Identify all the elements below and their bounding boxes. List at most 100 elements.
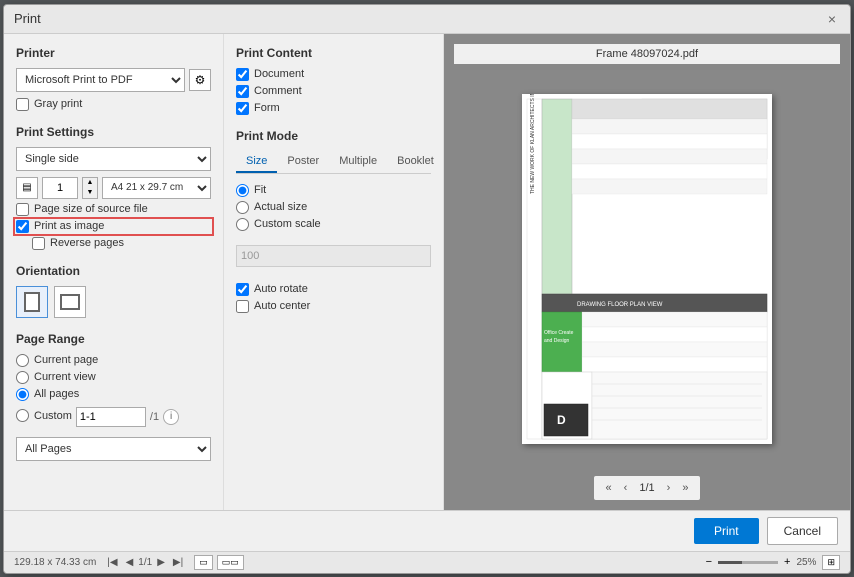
print-as-image-label: Print as image [34,220,104,232]
paper-size-select[interactable]: A4 21 x 29.7 cm [102,177,211,199]
print-settings-section: Print Settings Single side ▤ ▲ ▼ A4 21 x… [16,125,211,250]
cancel-button[interactable]: Cancel [767,517,838,545]
preview-title: Frame 48097024.pdf [454,44,840,64]
form-row: Form [236,102,431,115]
page-size-source-row: Page size of source file [16,203,211,216]
actual-size-radio[interactable] [236,201,249,214]
preview-prev-button[interactable]: ‹ [620,480,632,496]
reverse-pages-row: Reverse pages [32,237,211,250]
current-view-row: Current view [16,371,211,384]
current-page-label: Current page [34,354,98,366]
printer-settings-button[interactable]: ⚙ [189,69,211,91]
print-as-image-row: Print as image [16,220,211,233]
all-pages-label: All pages [34,388,79,400]
preview-page: THE NEW WORK OF KLAN ARCHITECTS INC. [522,94,772,444]
fit-label: Fit [254,184,266,196]
print-mode-title: Print Mode [236,129,431,143]
scale-input [236,245,431,267]
preview-last-button[interactable]: » [678,480,692,496]
pages-up[interactable]: ▲ [83,178,97,188]
status-prev-button[interactable]: ◀ [123,556,137,569]
pages-input[interactable] [42,177,78,199]
printer-section: Printer Microsoft Print to PDF ⚙ Gray pr… [16,46,211,111]
tab-poster[interactable]: Poster [277,151,329,173]
custom-input-row: /1 i [76,407,179,427]
status-bar: 129.18 x 74.33 cm |◀ ◀ 1/1 ▶ ▶| ▭ ▭▭ − +… [4,551,850,573]
preview-navigation: « ‹ 1/1 › » [594,476,701,500]
zoom-slider[interactable] [718,561,778,564]
all-pages-row: All pages [16,388,211,401]
portrait-button[interactable] [16,286,48,318]
fit-radio[interactable] [236,184,249,197]
sides-select[interactable]: Single side [16,147,211,171]
page-range-info-icon[interactable]: i [163,409,179,425]
zoom-in-button[interactable]: + [784,556,790,568]
reverse-pages-checkbox[interactable] [32,237,45,250]
landscape-icon [60,294,80,310]
preview-first-button[interactable]: « [602,480,616,496]
close-button[interactable]: × [824,11,840,27]
tab-booklet[interactable]: Booklet [387,151,444,173]
dialog-body: Printer Microsoft Print to PDF ⚙ Gray pr… [4,34,850,510]
form-checkbox[interactable] [236,102,249,115]
actual-size-row: Actual size [236,201,431,214]
printer-select[interactable]: Microsoft Print to PDF [16,68,185,92]
status-first-button[interactable]: |◀ [104,556,120,569]
pages-down[interactable]: ▼ [83,188,97,198]
landscape-button[interactable] [54,286,86,318]
page-range-section: Page Range Current page Current view All… [16,332,211,461]
preview-svg: THE NEW WORK OF KLAN ARCHITECTS INC. [522,94,772,444]
page-range-title: Page Range [16,332,211,346]
actual-size-label: Actual size [254,201,307,213]
gray-print-checkbox[interactable] [16,98,29,111]
orientation-section: Orientation [16,264,211,318]
current-page-radio[interactable] [16,354,29,367]
current-view-label: Current view [34,371,96,383]
printer-section-title: Printer [16,46,211,60]
page-size-source-checkbox[interactable] [16,203,29,216]
status-last-button[interactable]: ▶| [170,556,186,569]
all-pages-radio[interactable] [16,388,29,401]
custom-scale-row: Custom scale [236,218,431,231]
custom-label: Custom [34,410,72,422]
tab-size[interactable]: Size [236,151,277,173]
custom-scale-label: Custom scale [254,218,321,230]
pages-of-label: /1 [150,411,159,423]
current-view-radio[interactable] [16,371,29,384]
orientation-buttons [16,286,211,318]
preview-next-button[interactable]: › [663,480,675,496]
print-as-image-checkbox[interactable] [16,220,29,233]
left-panel: Printer Microsoft Print to PDF ⚙ Gray pr… [4,34,224,510]
print-button[interactable]: Print [694,518,759,544]
auto-center-checkbox[interactable] [236,300,249,313]
document-row: Document [236,68,431,81]
fit-row: Fit [236,184,431,197]
print-mode-tabs: Size Poster Multiple Booklet [236,151,431,174]
title-bar: Print × [4,5,850,34]
custom-scale-radio[interactable] [236,218,249,231]
orientation-title: Orientation [16,264,211,278]
auto-center-row: Auto center [236,300,431,313]
status-page-indicator: 1/1 [138,557,152,568]
status-next-button[interactable]: ▶ [154,556,168,569]
preview-area: THE NEW WORK OF KLAN ARCHITECTS INC. [454,70,840,468]
comment-label: Comment [254,85,302,97]
current-page-row: Current page [16,354,211,367]
custom-radio[interactable] [16,409,29,422]
svg-text:and Design: and Design [544,338,570,344]
document-checkbox[interactable] [236,68,249,81]
fit-window-button[interactable]: ⊞ [822,555,840,570]
auto-rotate-checkbox[interactable] [236,283,249,296]
pages-spinner: ▲ ▼ [82,177,98,199]
middle-panel: Print Content Document Comment Form Prin… [224,34,444,510]
custom-pages-input[interactable] [76,407,146,427]
gray-print-row: Gray print [16,98,211,111]
svg-text:THE NEW WORK OF KLAN ARCHITECT: THE NEW WORK OF KLAN ARCHITECTS INC. [530,94,536,194]
comment-checkbox[interactable] [236,85,249,98]
continuous-view[interactable]: ▭▭ [217,555,244,570]
single-page-view[interactable]: ▭ [194,555,213,570]
tab-multiple[interactable]: Multiple [329,151,387,173]
pages-row: ▤ ▲ ▼ A4 21 x 29.7 cm [16,177,211,199]
zoom-out-button[interactable]: − [706,556,712,568]
all-pages-type-select[interactable]: All Pages [16,437,211,461]
